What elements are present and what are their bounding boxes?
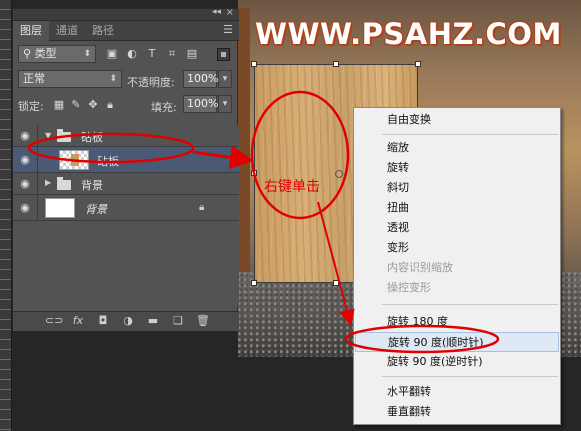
lock-icon[interactable]: 🔒︎ xyxy=(104,98,116,112)
opacity-label: 不透明度: xyxy=(127,76,175,89)
layer-name: 砧板 xyxy=(97,155,119,168)
filter-row: ⚲ 类型 ⬍ ▣ ◐ T ⌗ ▤ xyxy=(13,42,239,66)
vertical-ruler xyxy=(0,0,12,431)
layer-group-background[interactable]: ◉ ▶ 背景 xyxy=(13,173,239,195)
transform-handle-left[interactable] xyxy=(251,170,257,176)
menu-separator xyxy=(382,376,558,377)
layers-list: ◉ ▼ 砧板 ◉ 砧板 ◉ ▶ 背景 ◉ 背景 🔒︎ xyxy=(13,125,239,307)
opacity-chevron-icon[interactable]: ▾ xyxy=(218,70,232,88)
panel-tabs: 图层 通道 路径 ☰ xyxy=(13,21,239,41)
menu-item-content-aware-scale: 内容识别缩放 xyxy=(387,261,453,274)
shape-filter-icon[interactable]: ⌗ xyxy=(165,47,179,61)
chevron-down-icon: ⬍ xyxy=(109,74,117,84)
eye-separator xyxy=(37,125,38,146)
text-filter-icon[interactable]: T xyxy=(145,47,159,60)
fill-chevron-icon[interactable]: ▾ xyxy=(218,95,232,113)
menu-item-puppet-warp: 操控变形 xyxy=(387,281,431,294)
menu-item-rotate-180[interactable]: 旋转 180 度 xyxy=(355,312,559,332)
tab-channels[interactable]: 通道 xyxy=(49,21,85,41)
image-filter-icon[interactable]: ▣ xyxy=(105,47,119,60)
adjustment-filter-icon[interactable]: ◐ xyxy=(125,47,139,60)
lock-row: 锁定: ▦ ✎ ✥ 🔒︎ 填充: 100% ▾ xyxy=(13,92,239,116)
blend-mode-label: 正常 xyxy=(23,72,45,85)
collapse-icon[interactable]: ◂◂ xyxy=(212,7,221,17)
blend-row: 正常 ⬍ 不透明度: 100% ▾ xyxy=(13,67,239,91)
eye-separator xyxy=(37,173,38,194)
mask-icon[interactable]: ◘ xyxy=(95,314,111,327)
panel-menu-icon[interactable]: ☰ xyxy=(223,23,233,36)
layer-name: 砧板 xyxy=(81,131,103,144)
annotation-label: 右键单击 xyxy=(264,179,320,195)
transform-handle-top[interactable] xyxy=(333,61,339,67)
adjustment-icon[interactable]: ◑ xyxy=(120,314,136,327)
expand-down-icon[interactable]: ▼ xyxy=(45,131,51,140)
layer-background[interactable]: ◉ 背景 🔒︎ xyxy=(13,195,239,221)
filter-type-dropdown[interactable]: ⚲ 类型 ⬍ xyxy=(18,45,96,63)
smart-object-filter-icon[interactable]: ▤ xyxy=(185,47,199,60)
transform-center-point[interactable] xyxy=(335,170,343,178)
menu-item-rotate-90-ccw[interactable]: 旋转 90 度(逆时针) xyxy=(355,352,559,372)
layer-name: 背景 xyxy=(81,179,103,192)
eye-icon[interactable]: ◉ xyxy=(18,153,32,166)
context-menu: 自由变换 缩放 旋转 斜切 扭曲 透视 变形 内容识别缩放 操控变形 旋转 18… xyxy=(353,107,561,425)
blend-mode-dropdown[interactable]: 正常 ⬍ xyxy=(18,70,122,88)
menu-item-rotate[interactable]: 旋转 xyxy=(355,158,559,178)
menu-item-flip-horizontal[interactable]: 水平翻转 xyxy=(355,382,559,402)
menu-separator xyxy=(382,304,558,305)
filter-type-label: 类型 xyxy=(34,47,57,60)
layers-bottom-bar: ⊂⊃ fx ◘ ◑ ▬ ❏ 🗑︎ xyxy=(13,311,239,331)
eye-icon[interactable]: ◉ xyxy=(18,129,32,142)
thumbnail-board xyxy=(71,154,79,166)
layer-cutting-board[interactable]: ◉ 砧板 xyxy=(13,147,239,173)
panel-header-bar: ◂◂ × xyxy=(13,7,239,21)
layer-thumbnail xyxy=(45,198,75,218)
fill-field[interactable]: 100% xyxy=(183,95,218,113)
tab-layers[interactable]: 图层 xyxy=(13,21,49,41)
menu-item-free-transform[interactable]: 自由变换 xyxy=(355,110,559,130)
menu-item-perspective[interactable]: 透视 xyxy=(355,218,559,238)
menu-item-skew[interactable]: 斜切 xyxy=(355,178,559,198)
group-icon[interactable]: ▬ xyxy=(145,314,161,327)
eye-separator xyxy=(37,195,38,220)
transform-handle-top-left[interactable] xyxy=(251,61,257,67)
watermark-logo: WWW.PSAHZ.COM xyxy=(255,17,562,51)
layer-thumbnail xyxy=(59,150,89,170)
close-icon[interactable]: × xyxy=(226,7,234,18)
lock-transparency-icon[interactable]: ▦ xyxy=(53,98,65,111)
menu-item-scale[interactable]: 缩放 xyxy=(355,138,559,158)
lock-move-icon[interactable]: ✥ xyxy=(87,98,99,111)
eye-icon[interactable]: ◉ xyxy=(18,177,32,190)
filter-toggle[interactable] xyxy=(217,48,230,61)
link-icon[interactable]: ⊂⊃ xyxy=(45,314,63,327)
transform-handle-bottom-left[interactable] xyxy=(251,280,257,286)
chevron-down-icon: ⬍ xyxy=(83,49,91,59)
transform-handle-top-right[interactable] xyxy=(415,61,421,67)
folder-icon xyxy=(57,177,71,190)
eye-icon[interactable]: ◉ xyxy=(18,201,32,214)
trash-icon[interactable]: 🗑︎ xyxy=(195,314,211,327)
transform-handle-bottom[interactable] xyxy=(333,280,339,286)
menu-item-warp[interactable]: 变形 xyxy=(355,238,559,258)
eye-separator xyxy=(37,147,38,172)
search-icon: ⚲ xyxy=(23,47,32,60)
menu-item-distort[interactable]: 扭曲 xyxy=(355,198,559,218)
menu-separator xyxy=(382,134,558,135)
layer-group-cutting-board[interactable]: ◉ ▼ 砧板 xyxy=(13,125,239,147)
expand-right-icon[interactable]: ▶ xyxy=(45,178,51,187)
lock-icon: 🔒︎ xyxy=(199,202,205,213)
fx-icon[interactable]: fx xyxy=(70,314,86,327)
menu-item-flip-vertical[interactable]: 垂直翻转 xyxy=(355,402,559,422)
folder-icon xyxy=(57,129,71,142)
menu-item-rotate-90-cw[interactable]: 旋转 90 度(顺时针) xyxy=(355,332,559,352)
new-layer-icon[interactable]: ❏ xyxy=(170,314,186,327)
tab-paths[interactable]: 路径 xyxy=(85,21,121,41)
opacity-field[interactable]: 100% xyxy=(183,70,218,88)
fill-label: 填充: xyxy=(151,101,177,114)
lock-paint-icon[interactable]: ✎ xyxy=(70,98,82,111)
layers-panel: ◂◂ × 图层 通道 路径 ☰ ⚲ 类型 ⬍ ▣ ◐ T ⌗ ▤ 正常 ⬍ 不透… xyxy=(12,7,239,331)
layer-name: 背景 xyxy=(85,203,107,216)
lock-label: 锁定: xyxy=(18,100,44,113)
